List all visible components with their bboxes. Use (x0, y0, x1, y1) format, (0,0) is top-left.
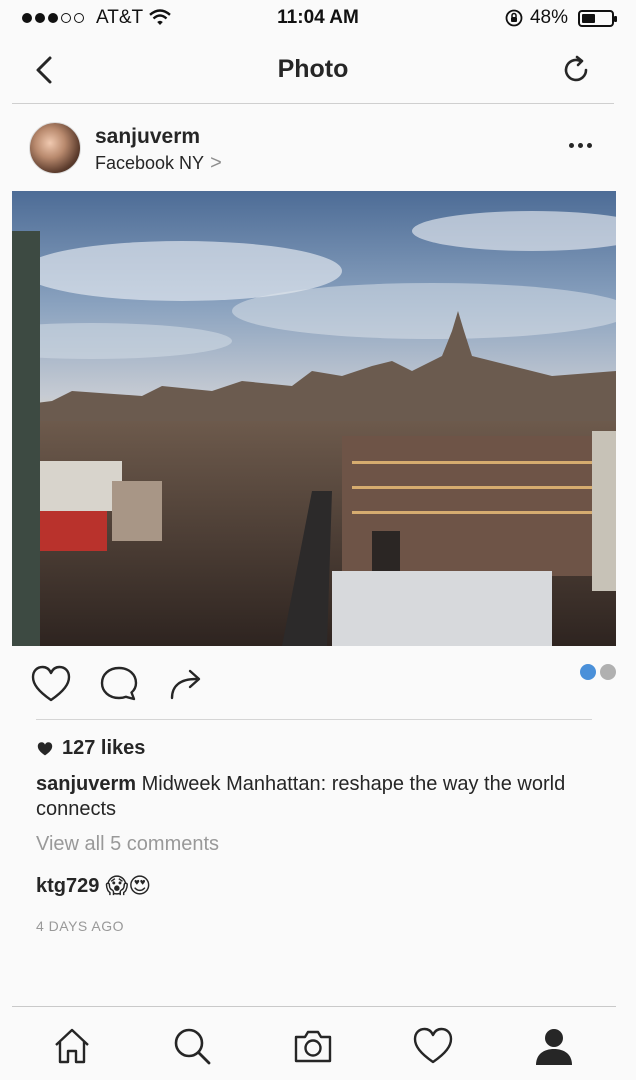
post-username[interactable]: sanjuverm (95, 125, 200, 149)
post-caption: sanjuverm Midweek Manhattan: reshape the… (36, 772, 596, 822)
caption-username[interactable]: sanjuverm (36, 773, 136, 795)
tab-bar (12, 1006, 616, 1080)
orientation-lock-icon (505, 9, 523, 27)
more-options-icon[interactable] (569, 143, 592, 148)
post-photo[interactable] (12, 191, 616, 646)
battery-icon (578, 9, 617, 27)
post-actions (12, 656, 616, 716)
status-bar: AT&T 11:04 AM 48% (0, 0, 636, 36)
battery-area: 48% (504, 7, 617, 29)
nav-bar: Photo (12, 36, 614, 104)
like-count[interactable]: 127 likes (36, 737, 145, 760)
chevron-left-icon[interactable] (30, 54, 62, 86)
page-title: Photo (277, 55, 349, 83)
like-heart-icon[interactable] (30, 664, 72, 704)
heart-filled-icon (37, 741, 53, 755)
profile-icon[interactable] (533, 1025, 575, 1067)
avatar[interactable] (29, 122, 81, 174)
cityscape-photo (12, 191, 616, 646)
camera-icon[interactable] (292, 1025, 334, 1067)
carrier-name: AT&T (96, 7, 144, 28)
chevron-right-icon: > (210, 152, 222, 174)
search-icon[interactable] (171, 1025, 213, 1067)
post-location[interactable]: Facebook NY > (95, 152, 222, 175)
carousel-indicator (580, 664, 616, 680)
comment-username[interactable]: ktg729 (36, 875, 99, 898)
battery-level (582, 13, 595, 23)
battery-percent: 48% (529, 7, 568, 28)
heart-icon[interactable] (412, 1025, 454, 1067)
divider (36, 719, 592, 720)
post-header: sanjuverm Facebook NY > (12, 105, 616, 191)
signal-strength (22, 13, 84, 23)
wifi-icon (149, 9, 171, 25)
post-timestamp: 4 DAYS AGO (36, 918, 124, 934)
comment-row: ktg729 😱😍 (36, 873, 151, 899)
likes-text: 127 likes (62, 737, 146, 759)
home-icon[interactable] (51, 1025, 93, 1067)
comment-text: 😱😍 (105, 873, 152, 898)
carousel-dot (600, 664, 616, 680)
carrier-signal: AT&T (22, 7, 171, 29)
refresh-icon[interactable] (558, 52, 594, 88)
carousel-dot (580, 664, 596, 680)
share-icon[interactable] (166, 664, 208, 704)
location-name: Facebook NY (95, 153, 205, 173)
view-comments-link[interactable]: View all 5 comments (36, 833, 219, 856)
comment-icon[interactable] (98, 664, 140, 704)
